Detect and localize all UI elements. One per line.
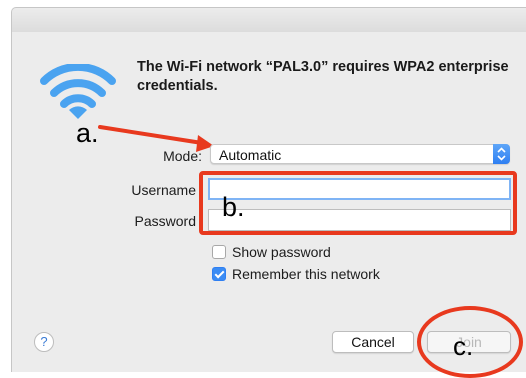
mode-select[interactable]: Automatic bbox=[210, 144, 510, 164]
annotation-label-b: b. bbox=[222, 192, 245, 222]
show-password-checkbox[interactable] bbox=[212, 245, 226, 259]
wifi-icon bbox=[40, 64, 116, 119]
password-label: Password bbox=[134, 213, 196, 229]
dialog-message: The Wi-Fi network “PAL3.0” requires WPA2… bbox=[137, 59, 509, 94]
help-button[interactable]: ? bbox=[34, 332, 54, 352]
mode-label: Mode: bbox=[163, 148, 202, 164]
mode-select-value: Automatic bbox=[219, 147, 282, 163]
annotation-label-c: c. bbox=[453, 331, 474, 361]
annotation-label-a: a. bbox=[76, 118, 99, 148]
cancel-button[interactable]: Cancel bbox=[332, 331, 414, 353]
up-down-stepper-icon[interactable] bbox=[493, 144, 510, 164]
username-label: Username bbox=[131, 182, 196, 198]
username-field-box[interactable] bbox=[208, 178, 511, 200]
show-password-label: Show password bbox=[232, 244, 331, 260]
password-field-box[interactable] bbox=[208, 209, 511, 231]
username-input[interactable] bbox=[210, 180, 509, 198]
remember-network-checkbox[interactable] bbox=[212, 267, 226, 281]
window-titlebar[interactable] bbox=[11, 7, 526, 33]
password-input[interactable] bbox=[209, 210, 510, 230]
remember-network-label: Remember this network bbox=[232, 266, 380, 282]
